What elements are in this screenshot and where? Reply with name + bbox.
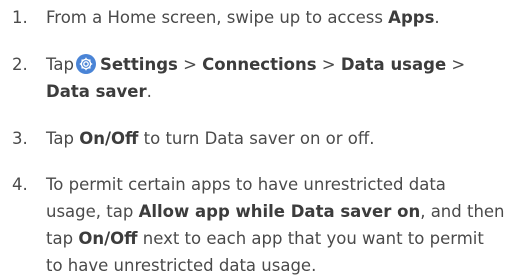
step-text-part: Tap xyxy=(46,55,74,74)
step-text: From a Home screen, swipe up to access A… xyxy=(46,4,505,31)
on-off-label: On/Off xyxy=(78,229,138,248)
separator: > xyxy=(316,55,341,74)
separator: > xyxy=(177,55,203,74)
connections-label: Connections xyxy=(202,55,317,74)
step-text: Tap Settings > Connections > Data usage >… xyxy=(46,51,505,105)
settings-label: Settings xyxy=(99,55,178,74)
step-text-part: . xyxy=(146,82,152,101)
step-text-part: From a Home screen, swipe up to access xyxy=(46,8,389,27)
step-number: 4. xyxy=(12,175,28,194)
data-usage-label: Data usage xyxy=(340,55,447,74)
step-text-part: to turn Data saver on or off. xyxy=(138,129,375,148)
allow-app-label: Allow app while Data saver on xyxy=(138,202,421,221)
step-number: 1. xyxy=(12,8,28,27)
step-text-part: . xyxy=(434,8,440,27)
apps-label: Apps xyxy=(388,8,435,27)
settings-gear-icon xyxy=(75,54,96,74)
step-text: To permit certain apps to have unrestric… xyxy=(46,171,505,279)
step-text-part: Tap xyxy=(46,129,80,148)
step-text: Tap On/Off to turn Data saver on or off. xyxy=(46,125,505,152)
on-off-label: On/Off xyxy=(79,129,139,148)
step-number: 3. xyxy=(12,129,28,148)
step-number: 2. xyxy=(12,55,28,74)
data-saver-label: Data saver xyxy=(46,82,147,101)
separator: > xyxy=(446,55,466,74)
